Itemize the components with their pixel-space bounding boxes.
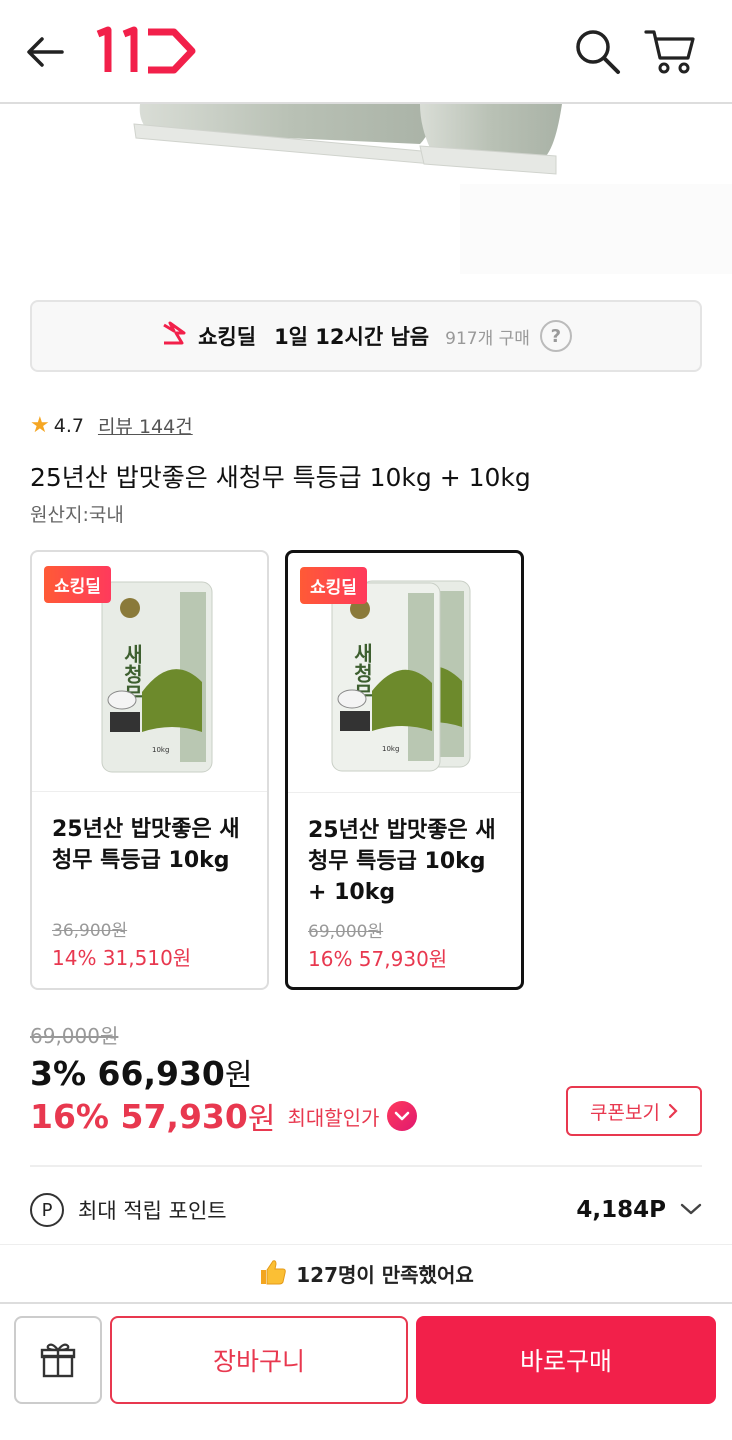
help-icon[interactable]: ? <box>539 320 572 352</box>
bottom-action-bar: 장바구니 바로구매 <box>0 1302 732 1440</box>
option-card-single[interactable]: 쇼킹딜 새청무 10kg 25년산 밥맛좋은 새청무 특등급 10kg 36,9… <box>30 550 269 990</box>
max-discount-price: 16% 57,930 원 최대할인가 <box>30 1094 418 1138</box>
discount-percent: 3% <box>30 1054 87 1093</box>
package-weight-text: 10kg <box>152 746 169 754</box>
rating-value: 4.7 <box>53 414 84 437</box>
review-count-link[interactable]: 리뷰 144건 <box>98 412 193 439</box>
discount-price: 3% 66,930원 <box>30 1050 252 1094</box>
option-original-price: 69,000원 <box>308 922 384 942</box>
option-thumbnail: 쇼킹딜 새청무 10kg <box>288 553 521 793</box>
11st-logo[interactable] <box>94 26 198 76</box>
product-origin: 원산지:국내 <box>30 504 124 526</box>
product-hero-image <box>0 104 732 284</box>
product-title: 25년산 밥맛좋은 새청무 특등급 10kg + 10kg <box>30 463 531 492</box>
coupon-view-button[interactable]: 쿠폰보기 <box>566 1086 702 1136</box>
add-to-cart-button[interactable]: 장바구니 <box>110 1316 408 1404</box>
option-sale-price: 16% 57,930원 <box>308 947 448 971</box>
shocking-deal-icon <box>160 321 188 351</box>
gift-button[interactable] <box>14 1316 102 1404</box>
top-header <box>0 0 732 104</box>
package-weight-text: 10kg <box>382 745 399 753</box>
currency-unit: 원 <box>247 1102 276 1137</box>
max-discount-percent: 16% <box>30 1096 109 1136</box>
currency-unit: 원 <box>224 1058 253 1093</box>
max-discount-label: 최대할인가 <box>287 1105 380 1130</box>
cart-icon[interactable] <box>644 26 696 78</box>
shocking-deal-banner: 쇼킹딜 1일 12시간 남음 917개 구매 ? <box>30 300 702 372</box>
gift-icon <box>40 1343 76 1378</box>
point-icon: P <box>30 1193 64 1227</box>
option-name: 25년산 밥맛좋은 새청무 특등급 10kg <box>52 817 240 873</box>
shocking-deal-badge: 쇼킹딜 <box>44 566 111 603</box>
search-icon[interactable] <box>572 26 622 76</box>
option-name: 25년산 밥맛좋은 새청무 특등급 10kg + 10kg <box>308 818 496 905</box>
points-value: 4,184P <box>576 1197 666 1223</box>
deal-label: 쇼킹딜 <box>198 325 257 349</box>
deal-time-left: 1일 12시간 남음 <box>274 325 430 349</box>
chevron-down-icon[interactable] <box>387 1101 418 1131</box>
chevron-right-icon <box>668 1103 678 1119</box>
option-original-price: 36,900원 <box>52 921 128 941</box>
option-sale-price: 14% 31,510원 <box>52 946 192 970</box>
thumbs-up-icon <box>258 1257 288 1291</box>
deal-purchase-count: 917개 구매 <box>445 328 530 349</box>
shocking-deal-badge: 쇼킹딜 <box>300 567 367 604</box>
max-discount-amount: 57,930 <box>120 1096 248 1136</box>
discount-amount: 66,930 <box>97 1054 225 1093</box>
buy-now-button[interactable]: 바로구매 <box>416 1316 716 1404</box>
satisfaction-banner: 127명이 만족했어요 <box>0 1244 732 1302</box>
chevron-down-icon[interactable] <box>680 1201 702 1220</box>
points-row[interactable]: P 최대 적립 포인트 4,184P <box>30 1188 702 1232</box>
back-arrow-icon[interactable] <box>22 28 70 76</box>
original-price: 69,000원 <box>30 1024 119 1048</box>
option-card-double[interactable]: 쇼킹딜 새청무 10kg 25년산 밥맛좋은 새청무 특등급 10kg + 10… <box>285 550 524 990</box>
coupon-label: 쿠폰보기 <box>590 1101 660 1124</box>
divider <box>30 1165 702 1167</box>
satisfaction-text: 127명이 만족했어요 <box>296 1263 474 1287</box>
rating-row: ★ 4.7 리뷰 144건 <box>30 412 193 439</box>
star-icon: ★ <box>30 413 50 438</box>
option-thumbnail: 쇼킹딜 새청무 10kg <box>32 552 267 792</box>
points-label: 최대 적립 포인트 <box>78 1199 227 1223</box>
